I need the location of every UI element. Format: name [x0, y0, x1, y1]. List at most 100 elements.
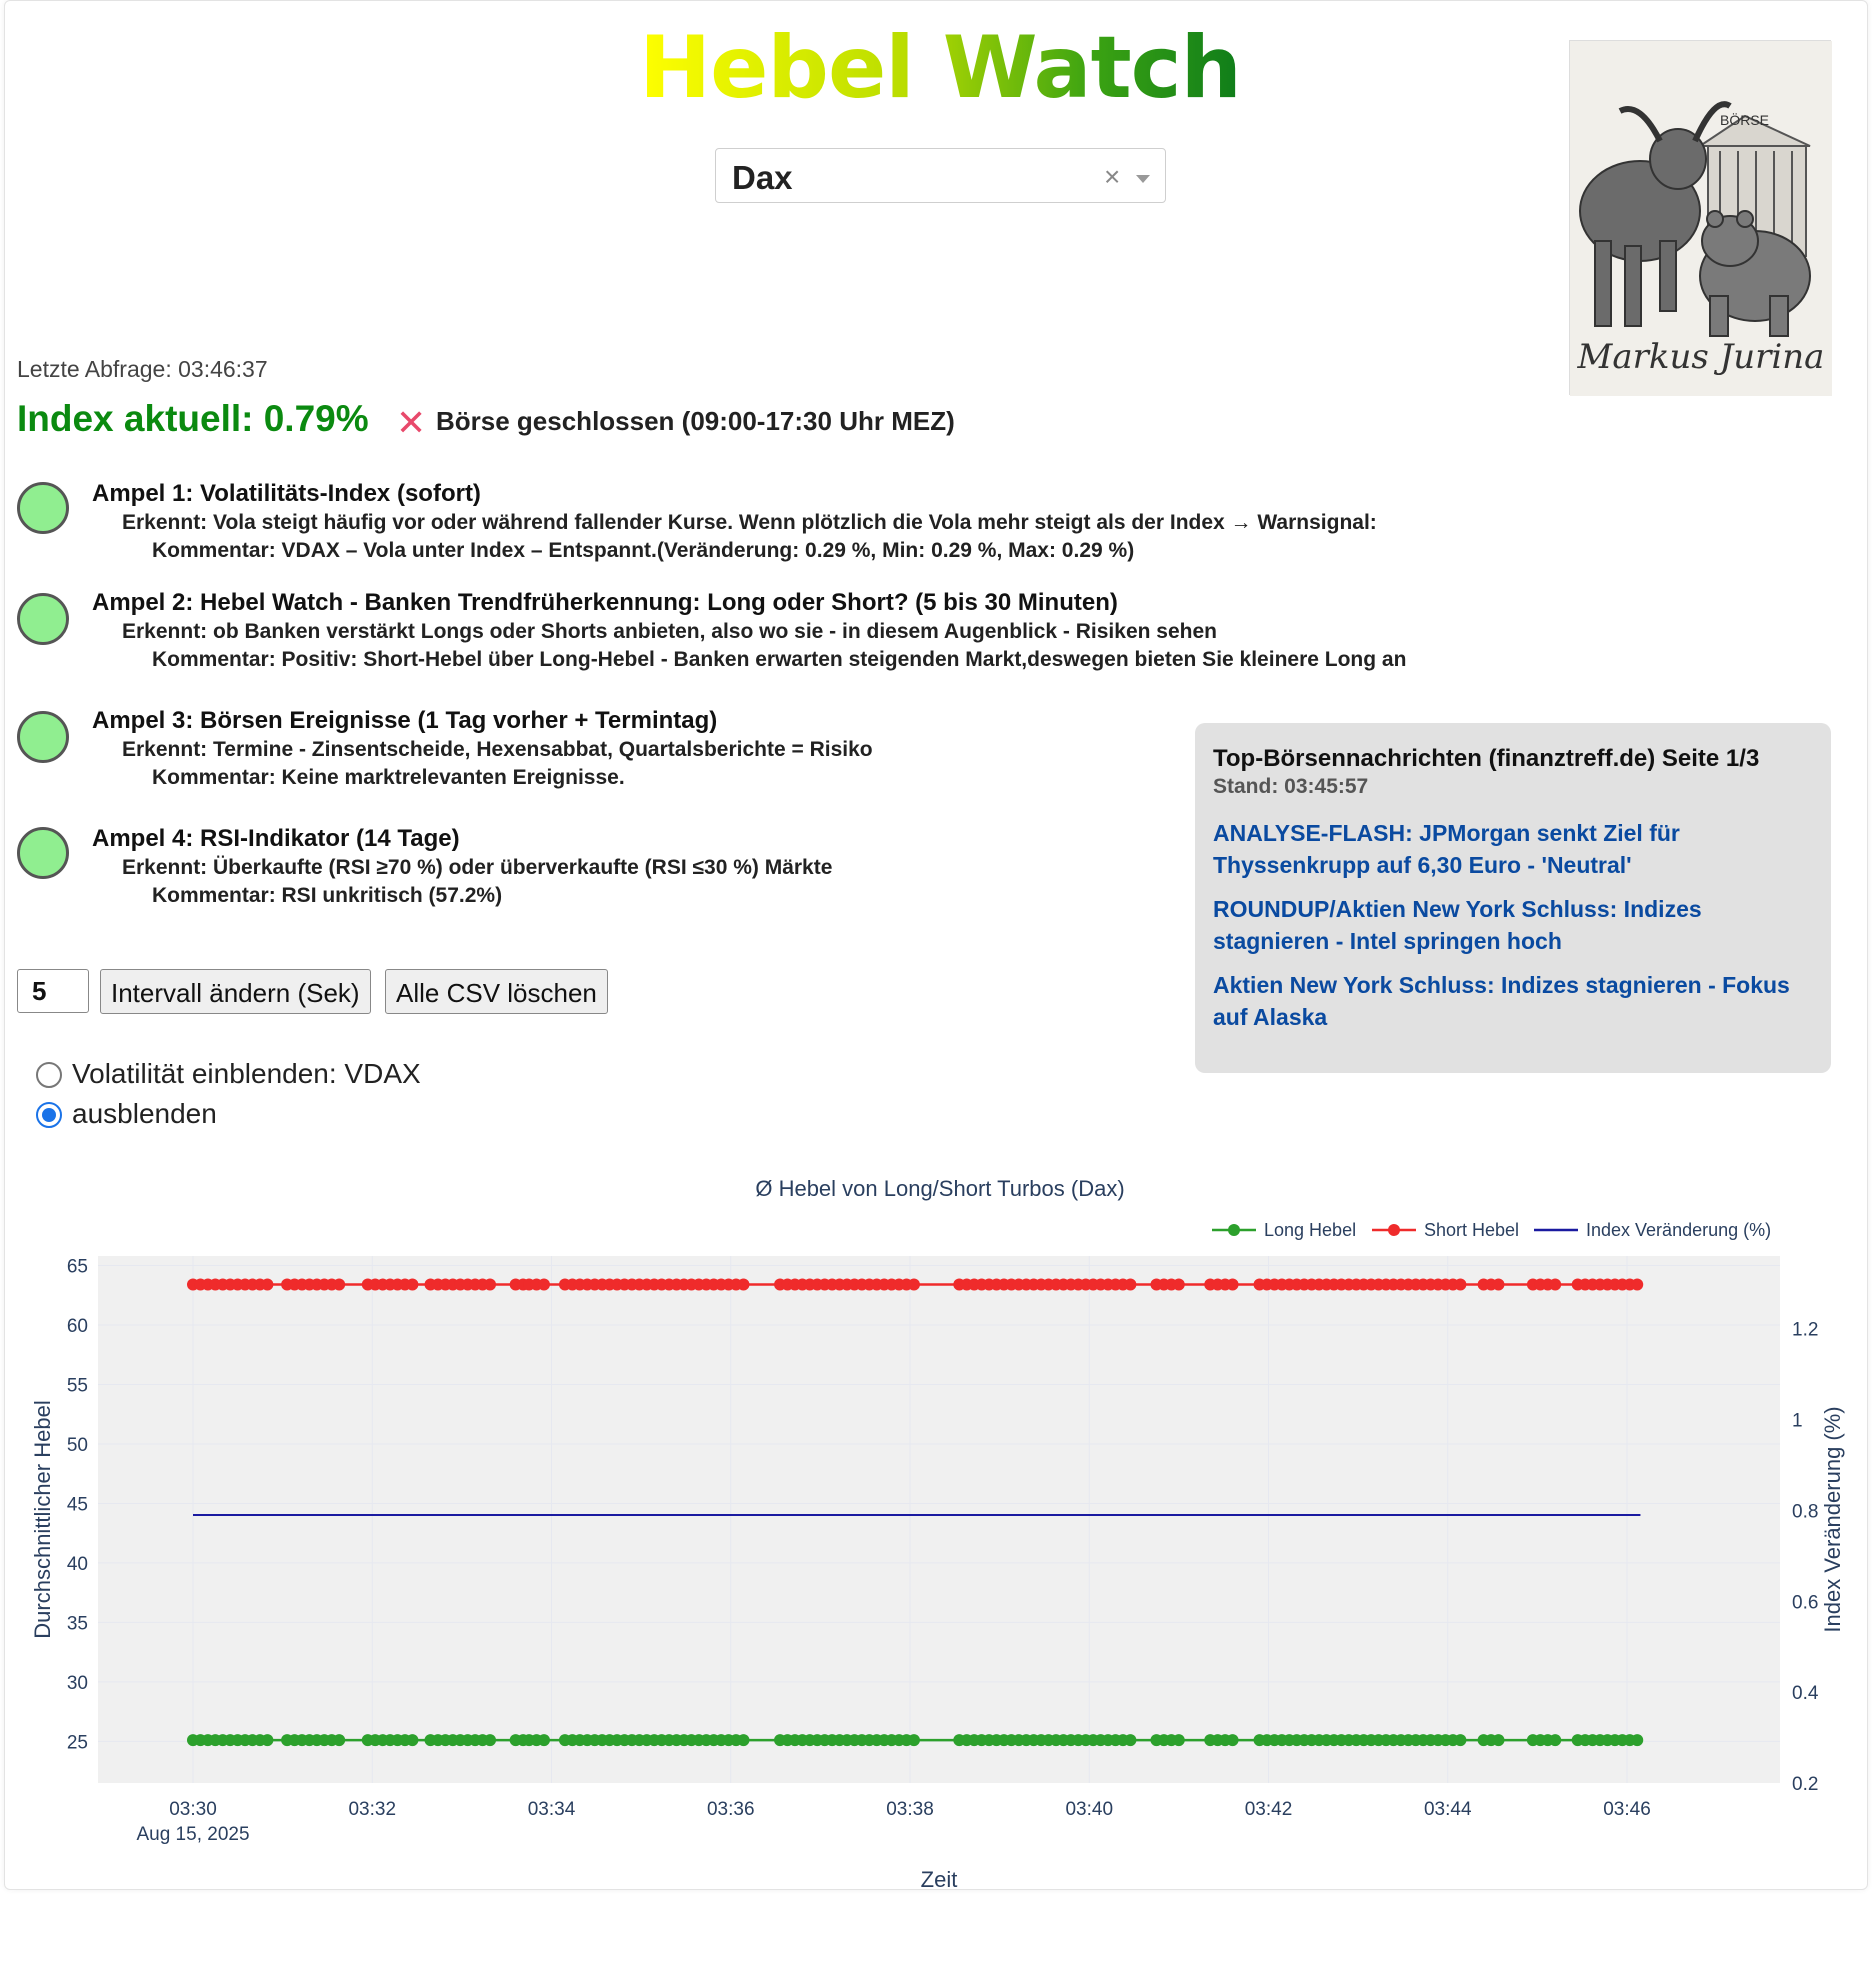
y-tick-label: 65	[67, 1257, 88, 1278]
y-tick-label: 40	[67, 1554, 88, 1575]
news-stand: Stand: 03:45:57	[1213, 775, 1369, 798]
data-point	[537, 1734, 550, 1747]
x-tick-label: 03:46	[1603, 1799, 1651, 1820]
logo-image: BÖRSE Markus Jurina	[1569, 40, 1832, 396]
data-point	[1124, 1734, 1137, 1747]
chevron-down-icon[interactable]	[1136, 175, 1150, 183]
data-point	[1226, 1278, 1239, 1291]
x-axis-label: Zeit	[921, 1867, 958, 1892]
legend-label: Short Hebel	[1424, 1220, 1519, 1240]
traffic-light-icon	[17, 482, 69, 534]
last-query-time: Letzte Abfrage: 03:46:37	[17, 356, 268, 382]
data-point	[1454, 1278, 1467, 1291]
x-tick-label: 03:34	[528, 1799, 576, 1820]
y-axis-label: Durchschnittlicher Hebel	[30, 1400, 55, 1638]
legend-label: Long Hebel	[1264, 1220, 1356, 1240]
ampel-kommentar: Kommentar: Keine marktrelevanten Ereigni…	[152, 766, 625, 789]
ampel-title: Ampel 1: Volatilitäts-Index (sofort)	[92, 480, 481, 507]
traffic-light-icon	[17, 593, 69, 645]
radio-label: Volatilität einblenden: VDAX	[72, 1058, 421, 1089]
data-point	[1631, 1734, 1644, 1747]
y-tick-label: 45	[67, 1494, 88, 1515]
logo-sign-text: BÖRSE	[1720, 111, 1769, 128]
data-point	[1124, 1278, 1137, 1291]
ampel-erkennt: Erkennt: ob Banken verstärkt Longs oder …	[122, 620, 1217, 643]
market-status: Börse geschlossen (09:00-17:30 Uhr MEZ)	[436, 406, 955, 436]
ampel-erkennt: Erkennt: Überkaufte (RSI ≥70 %) oder übe…	[122, 856, 833, 879]
news-link[interactable]: Aktien New York Schluss: Indizes stagnie…	[1213, 969, 1813, 1033]
x-tick-label: 03:32	[348, 1799, 396, 1820]
ampel-kommentar: Kommentar: RSI unkritisch (57.2%)	[152, 884, 503, 907]
data-point	[484, 1734, 497, 1747]
x-tick-label: 03:44	[1424, 1799, 1472, 1820]
y-tick-label: 60	[67, 1316, 88, 1337]
data-point	[1226, 1734, 1239, 1747]
data-point	[484, 1278, 497, 1291]
news-panel: Top-Börsennachrichten (finanztreff.de) S…	[1195, 723, 1831, 1073]
y-tick-label: 35	[67, 1613, 88, 1634]
data-point	[261, 1734, 274, 1747]
y2-tick-label: 1.2	[1792, 1320, 1818, 1341]
data-point	[1172, 1734, 1185, 1747]
delete-csv-button[interactable]: Alle CSV löschen	[385, 969, 608, 1014]
x-tick-label: 03:42	[1245, 1799, 1293, 1820]
y-tick-label: 50	[67, 1435, 88, 1456]
change-interval-button[interactable]: Intervall ändern (Sek)	[100, 969, 371, 1014]
ampel-erkennt: Erkennt: Termine - Zinsentscheide, Hexen…	[122, 738, 873, 761]
interval-input[interactable]: 5	[17, 969, 89, 1013]
y-tick-label: 55	[67, 1375, 88, 1396]
y2-tick-label: 0.6	[1792, 1592, 1818, 1613]
ampel-kommentar: Kommentar: Positiv: Short-Hebel über Lon…	[152, 648, 1407, 671]
leverage-chart: Ø Hebel von Long/Short Turbos (Dax) Long…	[30, 1176, 1845, 1892]
close-icon: ✕	[396, 402, 427, 443]
ampel-erkennt: Erkennt: Vola steigt häufig vor oder wäh…	[122, 511, 1377, 534]
ampel-title: Ampel 2: Hebel Watch - Banken Trendfrühe…	[92, 589, 1118, 616]
data-point	[1631, 1278, 1644, 1291]
ampel-title: Ampel 3: Börsen Ereignisse (1 Tag vorher…	[92, 707, 718, 734]
chart-title: Ø Hebel von Long/Short Turbos (Dax)	[755, 1176, 1124, 1201]
data-point	[1549, 1278, 1562, 1291]
radio-label: ausblenden	[72, 1098, 217, 1129]
news-heading: Top-Börsennachrichten (finanztreff.de) S…	[1213, 745, 1760, 772]
traffic-light-icon	[17, 711, 69, 763]
data-point	[1549, 1734, 1562, 1747]
radio-button[interactable]	[36, 1102, 62, 1128]
clear-icon[interactable]: ×	[1104, 161, 1120, 193]
x-tick-label: 03:40	[1065, 1799, 1113, 1820]
traffic-light-icon	[17, 827, 69, 879]
data-point	[1492, 1278, 1505, 1291]
chart-legend: Long Hebel Short Hebel Index Veränderung (…	[1212, 1220, 1771, 1240]
data-point	[537, 1278, 550, 1291]
index-select[interactable]: Dax ×	[715, 148, 1166, 203]
data-point	[1172, 1278, 1185, 1291]
x-tick-label: 03:38	[886, 1799, 934, 1820]
y-tick-label: 30	[67, 1673, 88, 1694]
data-point	[1454, 1734, 1467, 1747]
data-point	[406, 1734, 419, 1747]
logo-signature: Markus Jurina	[1577, 337, 1825, 377]
news-link[interactable]: ANALYSE-FLASH: JPMorgan senkt Ziel für T…	[1213, 817, 1813, 881]
data-point	[737, 1734, 750, 1747]
data-point	[406, 1278, 419, 1291]
data-point	[333, 1734, 346, 1747]
y2-tick-label: 1	[1792, 1411, 1803, 1432]
news-link[interactable]: ROUNDUP/Aktien New York Schluss: Indizes…	[1213, 893, 1813, 957]
data-point	[333, 1278, 346, 1291]
legend-label: Index Veränderung (%)	[1586, 1220, 1771, 1240]
data-point	[907, 1734, 920, 1747]
data-point	[907, 1278, 920, 1291]
index-select-value: Dax	[732, 159, 793, 196]
x-tick-label: 03:36	[707, 1799, 755, 1820]
y2-tick-label: 0.2	[1792, 1774, 1818, 1795]
ampel-title: Ampel 4: RSI-Indikator (14 Tage)	[92, 825, 460, 852]
data-point	[1492, 1734, 1505, 1747]
x-tick-label: 03:30	[169, 1799, 217, 1820]
x-date-label: Aug 15, 2025	[136, 1824, 249, 1845]
legend-marker	[1388, 1224, 1400, 1236]
radio-button[interactable]	[36, 1062, 62, 1088]
legend-marker	[1228, 1224, 1240, 1236]
index-current: Index aktuell: 0.79%	[17, 398, 369, 439]
y2-tick-label: 0.8	[1792, 1501, 1818, 1522]
data-point	[261, 1278, 274, 1291]
ampel-kommentar: Kommentar: VDAX – Vola unter Index – Ent…	[152, 539, 1135, 562]
